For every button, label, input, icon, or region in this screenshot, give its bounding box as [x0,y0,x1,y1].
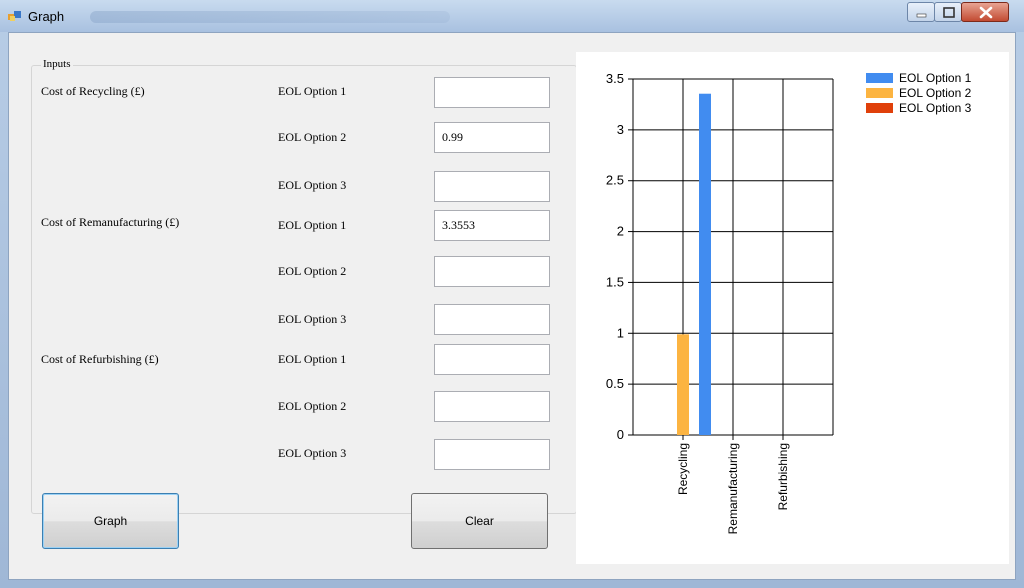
recycling-option2-label: EOL Option 2 [278,130,347,144]
y-tick-label: 3 [617,122,624,137]
bar-chart: 0 0.5 1 1.5 2 2.5 3 3.5 Recycling Remanufacturing… [606,71,972,534]
maximize-icon [943,7,955,18]
y-tick-label: 3.5 [606,71,624,86]
refurbishing-cost-label: Cost of Refurbishing (£) [41,352,159,366]
x-category-label: Recycling [676,443,690,495]
clear-button[interactable]: Clear [411,493,548,549]
recycling-option2-field[interactable] [434,122,550,153]
recycling-option1-field[interactable] [434,77,550,108]
legend-label: EOL Option 2 [899,86,972,100]
legend-swatch [866,73,893,83]
remanufacturing-option1-label: EOL Option 1 [278,218,347,232]
form-client-area: Inputs Cost of Recycling (£) EOL Option … [8,32,1016,580]
refurbishing-option3-label: EOL Option 3 [278,446,347,460]
groupbox-label: Inputs [41,58,73,70]
remanufacturing-option3-field[interactable] [434,304,550,335]
y-tick-label: 1 [617,325,624,340]
y-tick-label: 2.5 [606,173,624,188]
legend-label: EOL Option 3 [899,101,972,115]
refurbishing-option2-label: EOL Option 2 [278,399,347,413]
recycling-option3-field[interactable] [434,171,550,202]
remanufacturing-option2-field[interactable] [434,256,550,287]
title-bar[interactable]: Graph [0,0,1024,32]
bar-eol-option-1 [699,93,711,436]
chart-panel: 0 0.5 1 1.5 2 2.5 3 3.5 Recycling Remanufacturing… [576,52,1009,564]
recycling-option1-label: EOL Option 1 [278,84,347,98]
y-tick-label: 0.5 [606,376,624,391]
close-icon [979,6,993,19]
inputs-groupbox: Inputs Cost of Recycling (£) EOL Option … [31,58,579,515]
graph-button[interactable]: Graph [42,493,179,549]
blurred-background-menu [90,11,450,23]
x-category-label: Remanufacturing [726,443,740,534]
minimize-icon [916,13,927,18]
y-tick-label: 0 [617,427,624,442]
remanufacturing-option1-field[interactable] [434,210,550,241]
app-icon [8,11,21,21]
legend-swatch [866,103,893,113]
minimize-button[interactable] [907,2,935,22]
window-title: Graph [28,9,65,24]
recycling-cost-label: Cost of Recycling (£) [41,84,145,98]
recycling-option3-label: EOL Option 3 [278,178,347,192]
refurbishing-option1-field[interactable] [434,344,550,375]
remanufacturing-option3-label: EOL Option 3 [278,312,347,326]
bar-eol-option-2 [677,334,689,435]
y-tick-label: 1.5 [606,274,624,289]
y-tick-label: 2 [617,224,624,239]
legend-label: EOL Option 1 [899,71,972,85]
close-button[interactable] [961,2,1009,22]
maximize-button[interactable] [934,2,962,22]
remanufacturing-option2-label: EOL Option 2 [278,264,347,278]
refurbishing-option2-field[interactable] [434,391,550,422]
application-window: Graph Inputs Cost of Recycling (£) EOL O… [0,0,1024,588]
refurbishing-option3-field[interactable] [434,439,550,470]
remanufacturing-cost-label: Cost of Remanufacturing (£) [41,215,180,229]
refurbishing-option1-label: EOL Option 1 [278,352,347,366]
x-category-label: Refurbishing [776,443,790,510]
legend-swatch [866,88,893,98]
